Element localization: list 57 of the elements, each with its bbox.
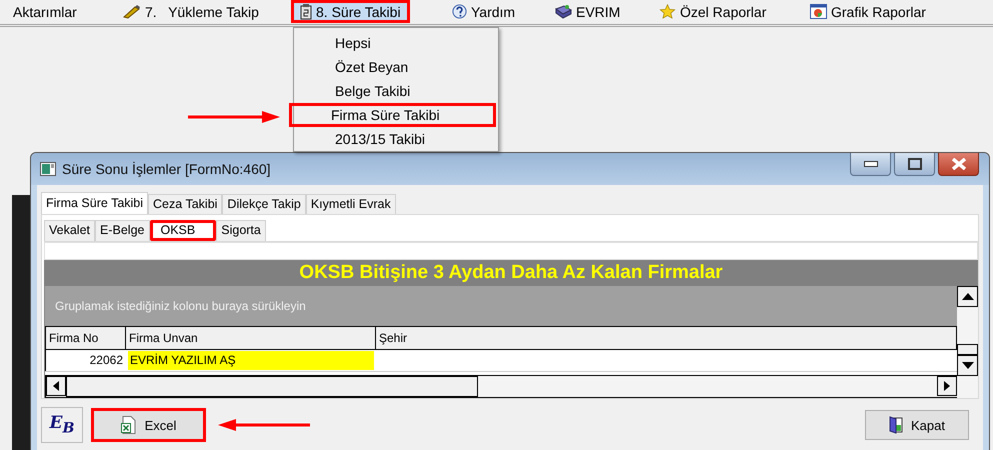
logo-button[interactable]: E$_{B}$	[41, 407, 83, 443]
menu-item[interactable]: Özet Beyan	[296, 55, 496, 79]
window-title: Süre Sonu İşlemler [FormNo:460]	[62, 161, 271, 177]
right-arrow-icon	[944, 381, 950, 391]
help-icon	[452, 4, 467, 20]
calendar-icon	[300, 4, 312, 20]
door-icon	[889, 416, 903, 434]
tab[interactable]: Ceza Takibi	[148, 194, 222, 214]
menu-item[interactable]: Yardım	[443, 0, 524, 24]
maximize-icon	[908, 158, 922, 170]
close-button[interactable]	[938, 153, 979, 176]
tab[interactable]: Firma Süre Takibi	[41, 192, 148, 214]
tab[interactable]: Vekalet	[44, 220, 96, 241]
tab[interactable]: Sigorta	[216, 220, 266, 241]
spreadsheet-icon	[120, 416, 137, 434]
menu-item[interactable]: Grafik Raporlar	[801, 0, 935, 24]
table-cell: EVRİM YAZILIM AŞ	[128, 351, 374, 370]
scroll-down-button[interactable]	[957, 355, 978, 376]
banner-title: OKSB Bitişine 3 Aydan Daha Az Kalan Firmalar	[44, 260, 978, 286]
star-icon	[659, 4, 676, 20]
menu-item[interactable]: 2013/15 Takibi	[296, 127, 496, 151]
menu-item[interactable]: Firma Süre Takibi	[289, 103, 496, 127]
tab[interactable]: Kıymetli Evrak	[306, 194, 396, 214]
menu-item[interactable]: Hepsi	[296, 31, 496, 55]
export-button[interactable]: Excel	[91, 408, 206, 442]
scrollbar-thumb[interactable]	[957, 344, 978, 355]
tab[interactable]: OKSB	[150, 220, 216, 241]
close-icon	[950, 158, 966, 170]
book-icon	[555, 5, 572, 19]
down-arrow-icon	[962, 362, 974, 369]
group-hint: Gruplamak istediğiniz kolonu buraya sürükleyin	[55, 299, 306, 313]
table-cell-text: 22062	[88, 352, 124, 369]
vertical-scrollbar[interactable]	[957, 286, 978, 398]
menu-item[interactable]: EVRIM	[546, 0, 630, 24]
scrollbar-thumb[interactable]	[66, 376, 478, 397]
left-arrow-icon	[53, 381, 59, 391]
menu-item[interactable]: 8. Süre Takibi	[291, 0, 410, 23]
chart-window-icon	[810, 4, 827, 20]
up-arrow-icon	[962, 293, 974, 300]
minimize-icon	[864, 161, 878, 167]
window-icon	[40, 162, 56, 176]
scroll-left-button[interactable]	[46, 376, 66, 396]
menu-item[interactable]: 7. Yükleme Takip	[114, 0, 268, 24]
minimize-button[interactable]	[850, 153, 891, 176]
horizontal-scrollbar[interactable]	[45, 375, 957, 398]
pencil-icon	[123, 5, 141, 19]
column-header[interactable]: Firma Unvan	[126, 327, 376, 349]
maximize-button[interactable]	[894, 153, 935, 176]
menu-item[interactable]: Özel Raporlar	[650, 0, 776, 23]
tab[interactable]: E-Belge	[95, 220, 150, 241]
tab[interactable]: Dilekçe Takip	[222, 194, 306, 214]
menu-item[interactable]: Aktarımlar	[4, 0, 86, 24]
column-header[interactable]: Firma No	[46, 327, 126, 349]
scroll-up-button[interactable]	[957, 286, 978, 307]
menu-item[interactable]: Belge Takibi	[296, 79, 496, 103]
close-button[interactable]: Kapat	[865, 410, 969, 440]
scroll-right-button[interactable]	[937, 376, 957, 396]
